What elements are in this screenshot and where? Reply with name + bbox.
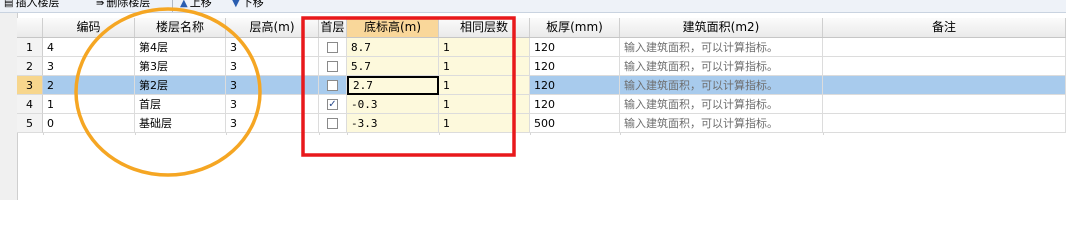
header-bottom-elevation[interactable]: 底标高(m)	[347, 18, 439, 37]
header-note[interactable]: 备注	[823, 18, 1066, 37]
header-floor-name[interactable]: 楼层名称	[135, 18, 226, 37]
height-cell[interactable]: 3	[226, 95, 319, 114]
thick-cell[interactable]: 120	[530, 38, 620, 57]
elev-cell[interactable]: 5.7	[347, 57, 439, 76]
grid-line	[347, 133, 348, 135]
header-code[interactable]: 编码	[43, 18, 135, 37]
floor-table: 编码 楼层名称 层高(m) 首层 底标高(m) 相同层数 板厚(mm) 建筑面积…	[17, 18, 1066, 200]
delete-row-icon: ⇛	[96, 0, 105, 9]
first-floor-cell[interactable]	[319, 76, 347, 95]
code-cell[interactable]: 0	[43, 114, 135, 133]
grid-line	[319, 133, 320, 135]
thick-cell[interactable]: 120	[530, 95, 620, 114]
note-cell[interactable]	[823, 95, 1066, 114]
same-cell[interactable]: 1	[439, 114, 530, 133]
height-cell[interactable]: 3	[226, 38, 319, 57]
first-floor-checkbox[interactable]	[327, 61, 338, 72]
row-number[interactable]: 3	[17, 76, 43, 95]
header-slab-thickness[interactable]: 板厚(mm)	[530, 18, 620, 37]
grid-line	[439, 133, 440, 135]
arrow-up-icon: ▲	[180, 0, 188, 9]
header-building-area[interactable]: 建筑面积(m2)	[620, 18, 823, 37]
height-cell[interactable]: 3	[226, 57, 319, 76]
same-cell[interactable]: 1	[439, 76, 530, 95]
first-floor-cell[interactable]	[319, 57, 347, 76]
code-cell[interactable]: 2	[43, 76, 135, 95]
grid-line	[530, 133, 531, 135]
first-floor-cell[interactable]	[319, 38, 347, 57]
first-floor-cell[interactable]	[319, 114, 347, 133]
thick-cell[interactable]: 120	[530, 76, 620, 95]
row-number[interactable]: 4	[17, 95, 43, 114]
elev-cell[interactable]: -3.3	[347, 114, 439, 133]
insert-floor-button[interactable]: ▤ 插入楼层	[4, 0, 59, 11]
grid-line	[135, 133, 136, 135]
note-cell[interactable]	[823, 114, 1066, 133]
note-cell[interactable]	[823, 57, 1066, 76]
first-floor-checkbox[interactable]	[327, 80, 338, 91]
row-number[interactable]: 2	[17, 57, 43, 76]
area-cell[interactable]: 输入建筑面积，可以计算指标。	[620, 38, 823, 57]
name-cell[interactable]: 第2层	[135, 76, 226, 95]
code-cell[interactable]: 3	[43, 57, 135, 76]
header-first-floor[interactable]: 首层	[319, 18, 347, 37]
note-cell[interactable]	[823, 76, 1066, 95]
height-cell[interactable]: 3	[226, 114, 319, 133]
note-cell[interactable]	[823, 38, 1066, 57]
first-floor-checkbox[interactable]	[327, 118, 338, 129]
name-cell[interactable]: 基础层	[135, 114, 226, 133]
code-cell[interactable]: 1	[43, 95, 135, 114]
table-header: 编码 楼层名称 层高(m) 首层 底标高(m) 相同层数 板厚(mm) 建筑面积…	[17, 18, 1066, 38]
move-up-button[interactable]: ▲ 上移	[180, 0, 212, 11]
row-number[interactable]: 1	[17, 38, 43, 57]
left-gutter	[0, 0, 18, 200]
grid-line	[620, 133, 621, 135]
header-floor-height[interactable]: 层高(m)	[226, 18, 319, 37]
first-floor-checkbox[interactable]: ✓	[327, 99, 338, 110]
grid-line	[43, 133, 44, 135]
same-cell[interactable]: 1	[439, 57, 530, 76]
toolbar: ▤ 插入楼层 ⇛ 删除楼层 ▲ 上移 ▼ 下移	[0, 0, 1066, 13]
code-cell[interactable]: 4	[43, 38, 135, 57]
thick-cell[interactable]: 120	[530, 57, 620, 76]
name-cell[interactable]: 第4层	[135, 38, 226, 57]
same-cell[interactable]: 1	[439, 38, 530, 57]
name-cell[interactable]: 首层	[135, 95, 226, 114]
table-row[interactable]: 4 1 首层 3 ✓ -0.3 1 120 输入建筑面积，可以计算指标。	[17, 95, 1066, 114]
arrow-down-icon: ▼	[232, 0, 240, 9]
delete-floor-button[interactable]: ⇛ 删除楼层	[96, 0, 150, 11]
grid-line	[226, 133, 227, 135]
elev-cell[interactable]: 8.7	[347, 38, 439, 57]
same-cell[interactable]: 1	[439, 95, 530, 114]
header-row-number	[17, 18, 43, 37]
area-cell[interactable]: 输入建筑面积，可以计算指标。	[620, 76, 823, 95]
insert-row-icon: ▤	[4, 0, 14, 9]
area-cell[interactable]: 输入建筑面积，可以计算指标。	[620, 57, 823, 76]
table-row[interactable]: 2 3 第3层 3 5.7 1 120 输入建筑面积，可以计算指标。	[17, 57, 1066, 76]
elev-cell[interactable]: -0.3	[347, 95, 439, 114]
thick-cell[interactable]: 500	[530, 114, 620, 133]
toolbar-separator	[172, 0, 173, 12]
area-cell[interactable]: 输入建筑面积，可以计算指标。	[620, 95, 823, 114]
table-row[interactable]: 1 4 第4层 3 8.7 1 120 输入建筑面积，可以计算指标。	[17, 38, 1066, 57]
table-row[interactable]: 5 0 基础层 3 -3.3 1 500 输入建筑面积，可以计算指标。	[17, 114, 1066, 133]
height-cell[interactable]: 3	[226, 76, 319, 95]
table-row[interactable]: 3 2 第2层 3 2.7 1 120 输入建筑面积，可以计算指标。	[17, 76, 1066, 95]
grid-line	[823, 133, 824, 135]
first-floor-cell[interactable]: ✓	[319, 95, 347, 114]
area-cell[interactable]: 输入建筑面积，可以计算指标。	[620, 114, 823, 133]
name-cell[interactable]: 第3层	[135, 57, 226, 76]
row-number[interactable]: 5	[17, 114, 43, 133]
move-down-button[interactable]: ▼ 下移	[232, 0, 264, 11]
header-same-floors[interactable]: 相同层数	[439, 18, 530, 37]
elevation-edit-field[interactable]: 2.7	[347, 76, 439, 95]
first-floor-checkbox[interactable]	[327, 42, 338, 53]
